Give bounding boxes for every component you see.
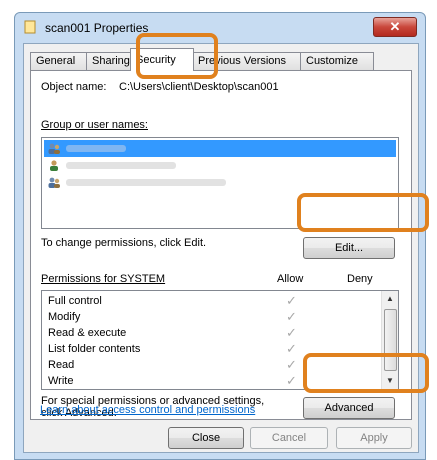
permission-name: Full control xyxy=(48,295,102,307)
check-icon: ✓ xyxy=(286,325,297,340)
deny-header: Deny xyxy=(347,273,373,285)
cancel-button[interactable]: Cancel xyxy=(250,427,328,449)
list-item[interactable] xyxy=(44,174,396,191)
edit-button[interactable]: Edit... xyxy=(303,237,395,259)
redacted-name xyxy=(66,179,226,186)
object-name-value: C:\Users\client\Desktop\scan001 xyxy=(119,81,279,93)
list-item[interactable] xyxy=(44,157,396,174)
apply-button[interactable]: Apply xyxy=(336,427,412,449)
group-names-label: Group or user names: xyxy=(41,119,148,131)
permission-row: Read & execute ✓ xyxy=(42,325,382,341)
edit-prompt: To change permissions, click Edit. xyxy=(41,237,207,249)
file-icon xyxy=(24,20,36,34)
scroll-up-icon[interactable]: ▲ xyxy=(382,291,398,307)
highlight-advanced-button xyxy=(303,353,429,393)
check-icon: ✓ xyxy=(286,341,297,356)
redacted-name xyxy=(66,162,176,169)
redacted-name xyxy=(66,145,126,152)
permission-row: Full control ✓ xyxy=(42,293,382,309)
permission-name: Read xyxy=(48,359,75,371)
permissions-label: Permissions for SYSTEM xyxy=(41,273,166,285)
title-bar[interactable]: scan001 Properties ✕ xyxy=(15,13,425,43)
tab-customize[interactable]: Customize xyxy=(300,52,374,70)
check-icon: ✓ xyxy=(286,373,297,388)
object-name-label: Object name: xyxy=(41,81,107,93)
permission-name: Read & execute xyxy=(48,327,127,339)
permission-name: Modify xyxy=(48,311,81,323)
close-icon[interactable]: ✕ xyxy=(373,17,417,37)
allow-header: Allow xyxy=(277,273,304,285)
tab-sharing[interactable]: Sharing xyxy=(86,52,136,70)
check-icon: ✓ xyxy=(286,357,297,372)
highlight-security-tab xyxy=(136,33,218,79)
advanced-button[interactable]: Advanced xyxy=(303,397,395,419)
user-icon xyxy=(50,160,58,171)
learn-more-link[interactable]: Learn about access control and permissio… xyxy=(40,404,255,416)
check-icon: ✓ xyxy=(286,293,297,308)
window-title: scan001 Properties xyxy=(45,21,149,35)
permission-name: List folder contents xyxy=(48,343,141,355)
users-icon xyxy=(48,143,60,154)
tab-general[interactable]: General xyxy=(30,52,88,70)
list-item[interactable] xyxy=(44,140,396,157)
highlight-edit-button xyxy=(297,193,429,232)
users-icon xyxy=(48,177,60,188)
check-icon: ✓ xyxy=(286,309,297,324)
permission-row: Modify ✓ xyxy=(42,309,382,325)
permission-name: Write xyxy=(48,375,74,387)
close-button[interactable]: Close xyxy=(168,427,244,449)
